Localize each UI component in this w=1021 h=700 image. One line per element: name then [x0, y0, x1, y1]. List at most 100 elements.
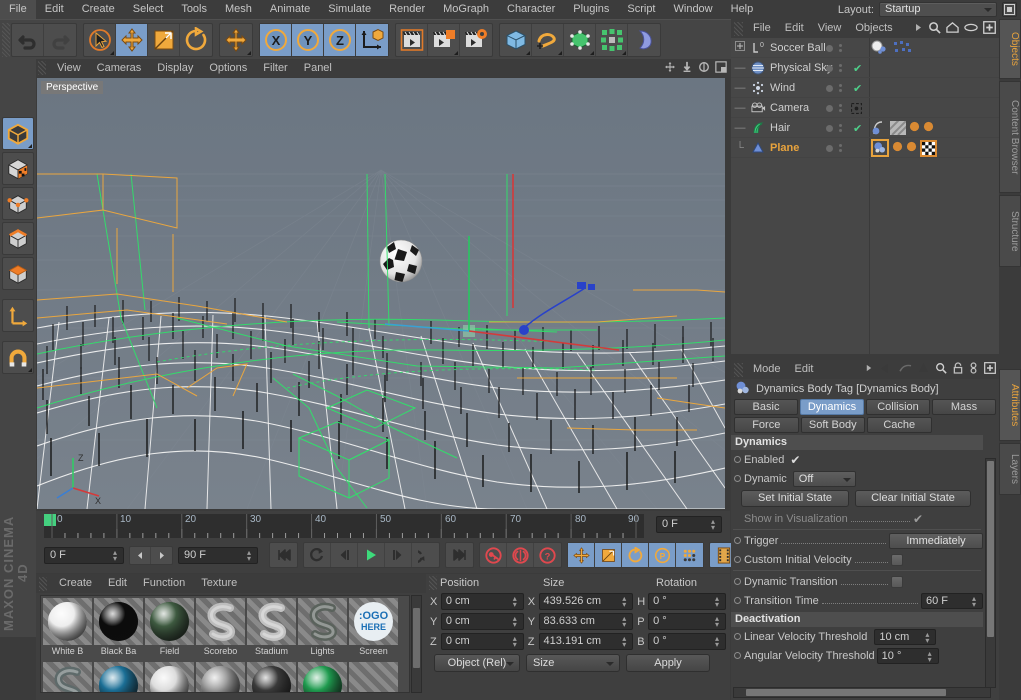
linear-velocity-threshold-field[interactable]: 10 cm ▴ ▾ — [874, 628, 937, 645]
enabled-checkbox[interactable]: ✔ — [790, 453, 800, 467]
dynamic-select[interactable]: Off — [792, 470, 856, 487]
move-tool-alt[interactable] — [220, 24, 252, 56]
lock-y-axis[interactable]: Y — [292, 23, 324, 56]
pla-key-toggle[interactable] — [676, 543, 703, 567]
material-cell[interactable]: Black Ba — [94, 598, 143, 660]
keyframe-selection-button[interactable]: ? — [534, 543, 561, 567]
object-grip[interactable] — [734, 21, 743, 36]
add-deformer-button[interactable] — [628, 24, 660, 56]
menu-item-script[interactable]: Script — [618, 0, 664, 19]
enabled-check-icon[interactable]: ✔ — [853, 82, 862, 95]
object-row-hair[interactable]: — Hair ✔ — [731, 118, 999, 138]
spinner-icon[interactable]: ▴ ▾ — [513, 595, 520, 609]
toolbar-grip[interactable] — [2, 22, 10, 57]
more-arrow-icon[interactable] — [865, 363, 873, 376]
size-x-field[interactable]: 439.526 cm ▴ ▾ — [538, 593, 634, 610]
scrollbar-thumb[interactable] — [413, 608, 420, 668]
object-menu-file[interactable]: File — [746, 19, 778, 38]
model-mode-button[interactable] — [2, 117, 34, 150]
scrollbar-thumb[interactable] — [987, 461, 994, 637]
object-name[interactable]: Camera — [767, 102, 809, 114]
coordinate-system-select[interactable]: Object (Rel) — [434, 654, 520, 672]
tab-force[interactable]: Force — [734, 417, 799, 433]
spinner-icon[interactable]: ▴ ▾ — [622, 595, 629, 609]
material-cell[interactable] — [94, 662, 143, 692]
add-cube-button[interactable] — [500, 23, 532, 56]
menu-item-edit[interactable]: Edit — [36, 0, 73, 19]
spinner-icon[interactable]: ▴ ▾ — [972, 594, 979, 608]
lock-x-axis[interactable]: X — [260, 23, 292, 56]
zoom-icon[interactable] — [681, 61, 693, 76]
spinner-icon[interactable]: ▴ ▾ — [622, 635, 629, 649]
menu-item-animate[interactable]: Animate — [261, 0, 319, 19]
record-active-objects-button[interactable] — [480, 543, 507, 567]
pencil-icon[interactable] — [899, 363, 912, 377]
range-start-field[interactable]: 0 F ▴ ▾ — [44, 546, 124, 564]
object-name[interactable]: Wind — [767, 82, 795, 94]
orange-dot-tag-1[interactable] — [909, 121, 920, 135]
material-menu-function[interactable]: Function — [135, 574, 193, 593]
timeline-ruler[interactable]: 0 10 20 30 40 50 60 70 80 90 — [44, 514, 644, 538]
material-cell[interactable]: Field — [145, 598, 194, 660]
material-grid[interactable]: White B Black Ba Field Scorebo Stadium Lights… — [40, 595, 410, 693]
visibility-dot[interactable] — [826, 104, 833, 112]
material-scrollbar[interactable] — [411, 595, 422, 693]
material-cell[interactable]: Lights — [298, 598, 347, 660]
visibility-dots[interactable] — [826, 118, 842, 138]
visibility-dots[interactable] — [826, 58, 842, 78]
object-name[interactable]: Plane — [767, 142, 799, 154]
lock-z-axis[interactable]: Z — [324, 23, 356, 56]
visibility-dot[interactable] — [826, 84, 833, 92]
edge-mode-button[interactable] — [2, 222, 34, 255]
range-step-back-button[interactable] — [130, 546, 151, 564]
spinner-icon[interactable]: ▴ ▾ — [715, 635, 722, 649]
render-dots[interactable] — [839, 124, 842, 132]
rotate-icon[interactable] — [698, 61, 710, 76]
eye-icon[interactable] — [964, 23, 978, 35]
object-row-camera[interactable]: — Camera — [731, 98, 999, 118]
checker-texture-tag[interactable] — [920, 139, 937, 157]
undo-button[interactable] — [12, 23, 44, 56]
spinner-icon[interactable]: ▴ ▾ — [925, 630, 932, 644]
menu-item-select[interactable]: Select — [124, 0, 173, 19]
object-menu-edit[interactable]: Edit — [778, 19, 811, 38]
angular-velocity-threshold-field[interactable]: 10 ° ▴ ▾ — [876, 647, 939, 664]
material-cell[interactable]: :OGO HERE Screen — [349, 598, 398, 660]
up-arrow-icon[interactable] — [918, 362, 929, 377]
render-view-button[interactable] — [396, 23, 428, 56]
render-to-picture-viewer-button[interactable] — [428, 23, 460, 56]
material-cell[interactable] — [145, 662, 194, 692]
spinner-icon[interactable]: ▴ ▾ — [715, 595, 722, 609]
spinner-icon[interactable]: ▴ ▾ — [715, 615, 722, 629]
trigger-select[interactable]: Immediately — [889, 532, 983, 549]
object-name[interactable]: Hair — [767, 122, 790, 134]
object-menu-objects[interactable]: Objects — [848, 19, 899, 38]
tab-basic[interactable]: Basic — [734, 399, 798, 415]
position-key-toggle[interactable] — [568, 543, 595, 567]
expand-toggle-icon[interactable] — [731, 41, 749, 54]
object-row-physical-sky[interactable]: — Physical Sky ✔ — [731, 58, 999, 78]
scrollbar-thumb[interactable] — [746, 689, 946, 696]
material-menu-edit[interactable]: Edit — [100, 574, 135, 593]
object-menu-view[interactable]: View — [811, 19, 849, 38]
spinner-icon[interactable]: ▴ ▾ — [113, 548, 120, 562]
menu-item-plugins[interactable]: Plugins — [564, 0, 618, 19]
attribute-vertical-scrollbar[interactable] — [985, 458, 996, 688]
rotation-b-field[interactable]: 0 ° ▴ ▾ — [648, 633, 727, 650]
attribute-menu-mode[interactable]: Mode — [746, 360, 788, 379]
size-y-field[interactable]: 83.633 cm ▴ ▾ — [538, 613, 634, 630]
render-dots[interactable] — [839, 44, 842, 52]
lock-icon[interactable] — [953, 362, 963, 377]
render-dots[interactable] — [839, 144, 842, 152]
add-mograph-button[interactable] — [596, 23, 628, 56]
autokeying-button[interactable] — [507, 543, 534, 567]
orange-dot-tag-2[interactable] — [923, 121, 934, 135]
menu-item-simulate[interactable]: Simulate — [319, 0, 380, 19]
live-selection-tool[interactable] — [84, 23, 116, 56]
enabled-check-icon[interactable]: ✔ — [853, 122, 862, 135]
add-icon[interactable] — [984, 362, 996, 377]
pan-icon[interactable] — [664, 61, 676, 76]
animate-bullet-icon[interactable] — [734, 578, 741, 585]
spinner-icon[interactable]: ▴ ▾ — [711, 518, 718, 532]
layout-manager-icon[interactable] — [1002, 2, 1017, 17]
